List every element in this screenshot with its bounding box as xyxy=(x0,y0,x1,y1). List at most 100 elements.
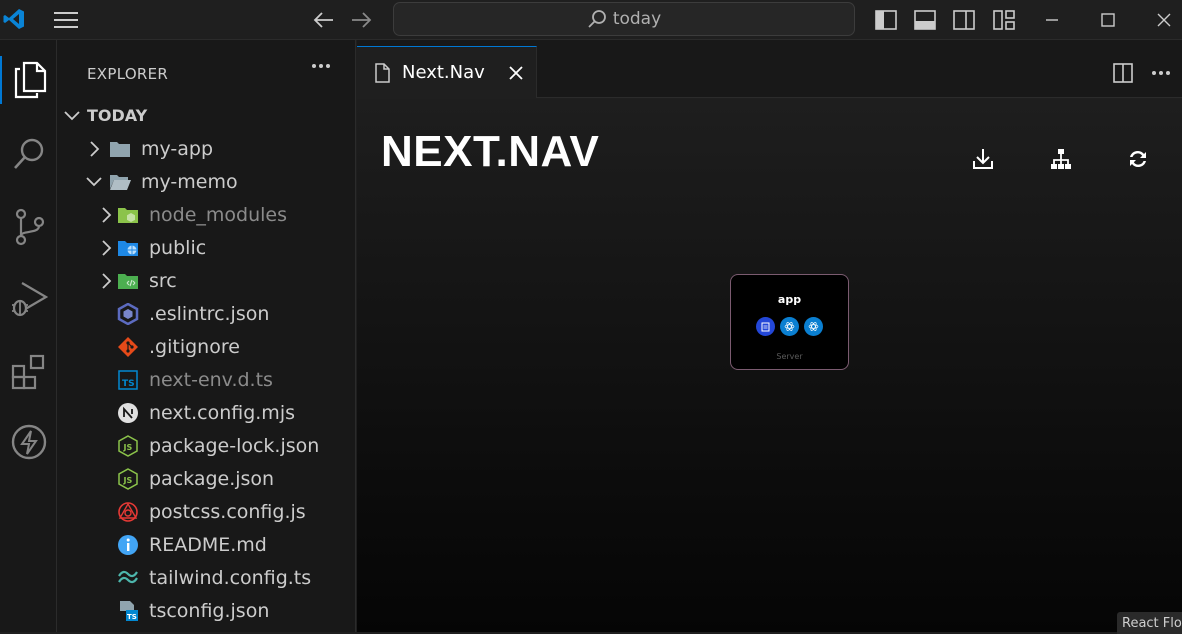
tree-item-label: .eslintrc.json xyxy=(149,302,270,325)
file-icon xyxy=(374,62,390,83)
maximize-icon[interactable] xyxy=(1096,8,1120,32)
toggle-primary-sidebar-icon[interactable] xyxy=(874,8,898,32)
search-text: today xyxy=(612,9,662,29)
tree-item-src[interactable]: src xyxy=(57,264,356,297)
nodejs-icon: JS xyxy=(117,467,139,490)
activity-bar xyxy=(0,40,57,632)
tree-item-label: src xyxy=(149,269,177,292)
folder-icon xyxy=(109,138,131,160)
folder-open-icon xyxy=(109,171,131,193)
tree-item-next-config-mjs[interactable]: next.config.mjs xyxy=(57,396,356,429)
next-icon xyxy=(117,402,139,424)
split-editor-icon[interactable] xyxy=(1111,61,1135,85)
tree-item-label: next.config.mjs xyxy=(149,401,295,424)
close-window-icon[interactable] xyxy=(1152,8,1176,32)
tree-item-eslintrc-json[interactable]: .eslintrc.json xyxy=(57,297,356,330)
tree-item-readme-md[interactable]: README.md xyxy=(57,528,356,561)
title-bar: today xyxy=(0,0,1182,40)
tree-item-label: package-lock.json xyxy=(149,434,320,457)
layout-file-icon[interactable] xyxy=(756,317,775,336)
vscode-logo-icon xyxy=(0,4,28,34)
tree-root-today[interactable]: TODAY xyxy=(57,99,356,132)
webview-editor: NEXT.NAV app Server React Flow xyxy=(357,99,1182,634)
react-icon[interactable] xyxy=(780,317,799,336)
refresh-icon[interactable] xyxy=(1124,145,1152,173)
extensions-activity[interactable] xyxy=(0,348,57,396)
tree-item-label: tailwind.config.ts xyxy=(149,566,312,589)
chevron-right-icon xyxy=(86,140,102,157)
explorer-activity[interactable] xyxy=(0,56,57,104)
menu-icon[interactable] xyxy=(52,8,80,32)
chevron-right-icon xyxy=(98,239,114,256)
tree-item-postcss-config-js[interactable]: postcss.config.js xyxy=(57,495,356,528)
chevron-right-icon xyxy=(98,272,114,289)
toggle-panel-icon[interactable] xyxy=(913,8,937,32)
tree-item-gitignore[interactable]: .gitignore xyxy=(57,330,356,363)
chevron-down-icon xyxy=(86,174,102,190)
tree-item-public[interactable]: public xyxy=(57,231,356,264)
node-title: app xyxy=(777,293,802,306)
tree-item-package-json[interactable]: JS package.json xyxy=(57,462,356,495)
more-actions-icon[interactable] xyxy=(309,54,333,78)
run-debug-activity[interactable] xyxy=(0,275,57,323)
tailwind-icon xyxy=(117,567,139,589)
back-arrow-icon[interactable] xyxy=(310,8,336,32)
command-center-search[interactable]: today xyxy=(393,2,855,36)
customize-layout-icon[interactable] xyxy=(991,8,1017,32)
node-subtitle: Server xyxy=(776,352,803,361)
close-tab-icon[interactable] xyxy=(509,65,523,80)
tree-item-label: public xyxy=(149,236,207,259)
tree-item-label: .gitignore xyxy=(149,335,240,358)
source-control-activity[interactable] xyxy=(0,203,57,251)
explorer-sidebar: EXPLORER TODAY my-app my-memo node_modules… xyxy=(57,40,356,632)
nodejs-icon: JS xyxy=(117,434,139,457)
svg-text:JS: JS xyxy=(123,476,133,485)
public-folder-icon xyxy=(117,237,139,259)
info-icon xyxy=(117,534,139,556)
tree-item-tsconfig-json[interactable]: TS tsconfig.json xyxy=(57,594,356,627)
svg-text:TS: TS xyxy=(127,613,137,621)
extensions-icon xyxy=(11,354,44,390)
tree-item-tailwind-config-ts[interactable]: tailwind.config.ts xyxy=(57,561,356,594)
minimize-icon[interactable] xyxy=(1040,8,1064,32)
search-icon xyxy=(588,10,606,28)
tree-item-label: README.md xyxy=(149,533,267,556)
search-activity[interactable] xyxy=(0,130,57,178)
react-flow-attribution[interactable]: React Flow xyxy=(1117,612,1182,634)
svg-text:TS: TS xyxy=(122,379,135,389)
editor-more-actions-icon[interactable] xyxy=(1149,61,1173,85)
tsconfig-icon: TS xyxy=(117,600,139,622)
typescript-icon: TS xyxy=(117,369,139,391)
react-icon[interactable] xyxy=(804,317,823,336)
toggle-secondary-sidebar-icon[interactable] xyxy=(952,8,976,32)
explorer-header: EXPLORER xyxy=(87,65,169,83)
node-file-icons xyxy=(731,317,848,336)
chevron-right-icon xyxy=(98,206,114,223)
sitemap-icon[interactable] xyxy=(1047,145,1075,173)
lightning-icon xyxy=(11,424,46,460)
files-icon xyxy=(14,61,46,99)
chevron-down-icon xyxy=(64,108,80,124)
flow-node-app[interactable]: app Server xyxy=(730,274,849,370)
tree-item-my-memo[interactable]: my-memo xyxy=(57,165,356,198)
tree-item-my-app[interactable]: my-app xyxy=(57,132,356,165)
tree-item-next-env-d-ts[interactable]: TS next-env.d.ts xyxy=(57,363,356,396)
tree-item-label: postcss.config.js xyxy=(149,500,306,523)
tab-next-nav[interactable]: Next.Nav xyxy=(357,46,537,98)
tree-item-package-lock-json[interactable]: JS package-lock.json xyxy=(57,429,356,462)
tab-label: Next.Nav xyxy=(402,62,485,83)
tree-root-label: TODAY xyxy=(87,106,148,125)
forward-arrow-icon[interactable] xyxy=(349,8,375,32)
lightning-activity[interactable] xyxy=(0,418,57,466)
tree-item-node-modules[interactable]: node_modules xyxy=(57,198,356,231)
download-icon[interactable] xyxy=(969,145,997,173)
